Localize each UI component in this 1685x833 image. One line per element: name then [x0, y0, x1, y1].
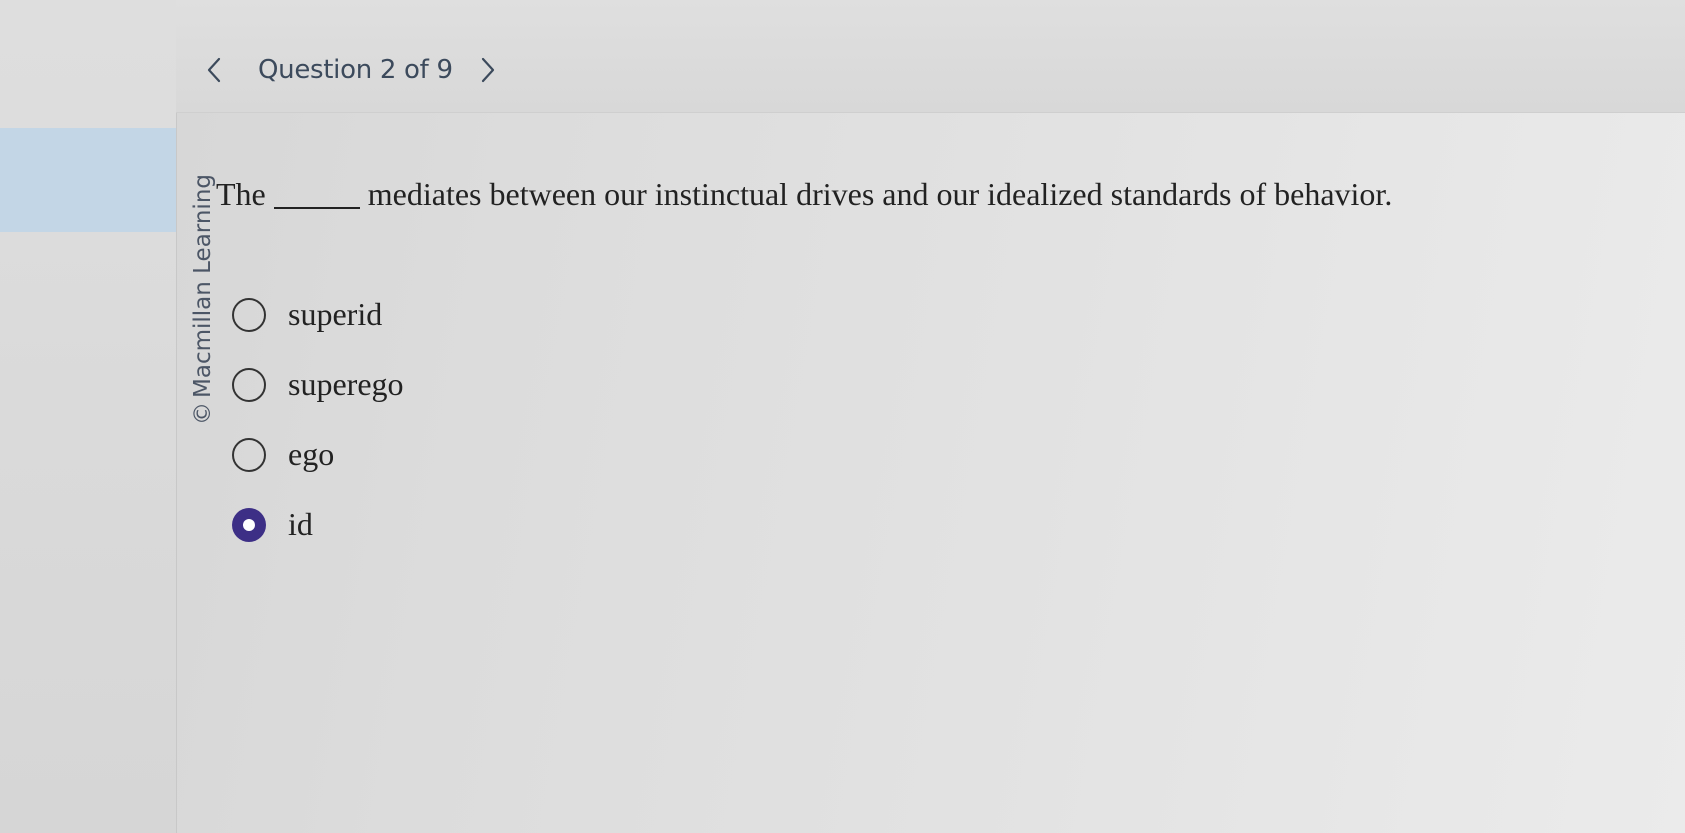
radio-button[interactable] — [232, 437, 266, 472]
option-label: superego — [288, 366, 404, 402]
radio-button-selected[interactable] — [232, 507, 266, 542]
question-counter: Question 2 of 9 — [258, 55, 453, 85]
sidebar-active-item[interactable] — [0, 128, 176, 232]
copyright-text: Macmillan Learning — [190, 174, 216, 398]
chevron-left-icon — [207, 57, 221, 83]
answer-option-superego[interactable]: superego — [232, 366, 404, 403]
answer-option-ego[interactable]: ego — [232, 436, 334, 473]
previous-question-button[interactable] — [196, 52, 232, 88]
copyright-notice: © Macmillan Learning — [190, 174, 216, 425]
copyright-icon: © — [190, 402, 216, 425]
radio-dot — [243, 518, 255, 531]
answer-option-id[interactable]: id — [232, 506, 313, 543]
question-stem: The mediates between our instinctual driv… — [216, 176, 1392, 213]
answer-blank — [273, 181, 360, 209]
option-label: superid — [288, 296, 383, 332]
left-sidebar — [0, 0, 177, 833]
answer-option-superid[interactable]: superid — [232, 296, 382, 333]
option-label: ego — [288, 436, 335, 472]
radio-button[interactable] — [232, 367, 266, 402]
quiz-screen: Question 2 of 9 © Macmillan Learning The… — [0, 0, 1685, 833]
next-question-button[interactable] — [470, 52, 506, 88]
question-prefix: The — [216, 176, 266, 212]
radio-button[interactable] — [232, 297, 266, 332]
option-label: id — [288, 506, 313, 542]
question-suffix: mediates between our instinctual drives … — [367, 176, 1393, 212]
chevron-right-icon — [481, 57, 495, 83]
